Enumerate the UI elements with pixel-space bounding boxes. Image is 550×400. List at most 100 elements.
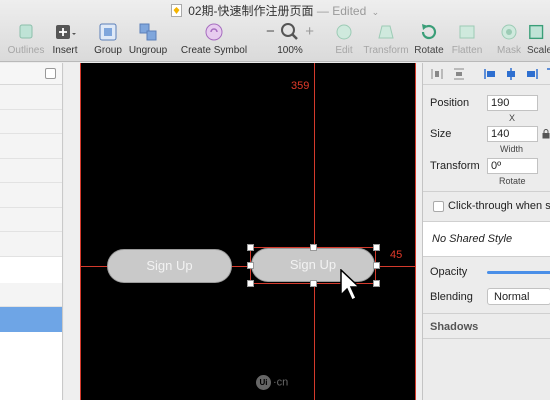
watermark-text: ·cn [273,376,289,389]
mouse-cursor-icon [340,269,361,302]
rotate-caption: Rotate [499,176,526,186]
scale-label: Scale [527,45,550,56]
layer-row[interactable] [0,232,62,257]
window-title-bar: 02期-快速制作注册页面 — Edited ⌄ [0,2,550,18]
click-through-checkbox[interactable] [433,201,444,212]
flatten-button[interactable]: Flatten [450,22,484,60]
position-x-field[interactable]: 190 [487,95,538,111]
layer-row-selected[interactable] [0,307,62,332]
mask-button[interactable]: Mask [494,22,524,60]
layer-row[interactable] [0,134,62,159]
scale-icon [529,24,544,40]
zoom-level-label: 100% [277,45,303,56]
opacity-slider[interactable] [487,271,550,274]
click-through-label: Click-through when se [448,200,550,212]
create-symbol-label: Create Symbol [180,45,248,56]
rotate-icon [421,24,437,40]
inspector-panel: Position 190 X Size 140 Width Transform … [422,63,550,400]
ungroup-button[interactable]: Ungroup [128,22,168,60]
resize-handle-ml[interactable] [247,262,254,269]
shadows-header[interactable]: Shadows [430,321,478,333]
sketch-document-icon [170,4,182,17]
align-right-icon[interactable] [526,68,538,80]
shared-style-dropdown[interactable]: No Shared Style [423,222,550,256]
zoom-in-button[interactable]: + [305,23,314,40]
insert-button[interactable]: Insert [50,22,80,60]
layers-panel [0,63,63,400]
canvas[interactable]: 359 190 45 Sign Up Sign Up Ui·cn [64,63,422,400]
align-top-icon[interactable] [546,68,550,80]
inspector-separator [423,256,550,257]
layers-empty-space [0,331,62,400]
size-width-field[interactable]: 140 [487,126,538,142]
document-title: 02期-快速制作注册页面 [188,4,314,18]
edit-button[interactable]: Edit [330,22,358,60]
resize-handle-bl[interactable] [247,280,254,287]
layers-filter-icon[interactable] [45,68,56,79]
zoom-out-button[interactable]: − [266,23,275,40]
edited-status: — Edited [316,4,367,18]
title-chevron-icon[interactable]: ⌄ [372,7,380,17]
layer-row[interactable] [0,85,62,110]
flatten-icon [459,25,475,39]
measure-right: 45 [390,249,403,261]
shared-style-value: No Shared Style [432,233,513,245]
align-center-horizontal-icon[interactable] [505,68,517,80]
layer-row[interactable] [0,207,62,232]
artboard[interactable]: 359 190 45 Sign Up Sign Up Ui·cn [80,63,416,400]
position-x-caption: X [509,113,516,123]
layer-row-empty [0,256,62,283]
outlines-button[interactable]: Outlines [8,22,44,60]
symbol-icon [205,23,223,41]
guide-left-edge [80,63,81,400]
resize-handle-bm[interactable] [310,280,317,287]
insert-label: Insert [52,45,78,56]
outlines-icon [19,24,33,39]
align-left-icon[interactable] [484,68,496,80]
resize-handle-tr[interactable] [373,244,380,251]
transform-label: Transform [363,45,409,56]
resize-handle-tl[interactable] [247,244,254,251]
uicn-logo: Ui [256,375,271,390]
create-symbol-button[interactable]: Create Symbol [180,22,248,60]
rotate-label: Rotate [414,45,444,56]
outlines-label: Outlines [7,45,45,56]
guide-right-edge [415,63,416,400]
ungroup-label: Ungroup [128,45,168,56]
zoom-icon[interactable] [279,22,301,42]
group-icon [99,23,117,41]
layers-panel-header [0,63,62,85]
edit-label: Edit [335,45,353,56]
blending-value: Normal [494,291,530,303]
mask-label: Mask [497,45,521,56]
insert-plus-icon [56,25,76,39]
layer-row[interactable] [0,183,62,208]
blending-select[interactable]: Normal [487,288,550,305]
mask-icon [501,24,517,40]
inspector-separator [423,313,550,314]
distribute-vertical-icon[interactable] [453,68,465,80]
rotate-field[interactable]: 0º [487,158,538,174]
guide-vertical [314,63,315,400]
uicn-watermark: Ui ·cn [256,375,288,390]
flatten-label: Flatten [451,45,483,56]
transform-button[interactable]: Transform [362,22,410,60]
signup-button-left[interactable]: Sign Up [107,249,232,283]
resize-handle-mr[interactable] [373,262,380,269]
alignment-toolbar [423,63,550,85]
layer-row[interactable] [0,282,62,307]
scale-button[interactable]: Scale [527,22,550,60]
lock-ratio-icon[interactable] [542,129,550,139]
ungroup-icon [139,23,157,41]
transform-icon [378,25,394,39]
resize-handle-tm[interactable] [310,244,317,251]
resize-handle-br[interactable] [373,280,380,287]
edit-icon [336,24,352,40]
distribute-horizontal-icon[interactable] [431,68,443,80]
toolbar: 02期-快速制作注册页面 — Edited ⌄ Outlines Insert … [0,0,550,62]
group-button[interactable]: Group [93,22,123,60]
measure-top: 359 [291,80,310,92]
layer-row[interactable] [0,109,62,134]
rotate-button[interactable]: Rotate [413,22,445,60]
layer-row[interactable] [0,158,62,183]
